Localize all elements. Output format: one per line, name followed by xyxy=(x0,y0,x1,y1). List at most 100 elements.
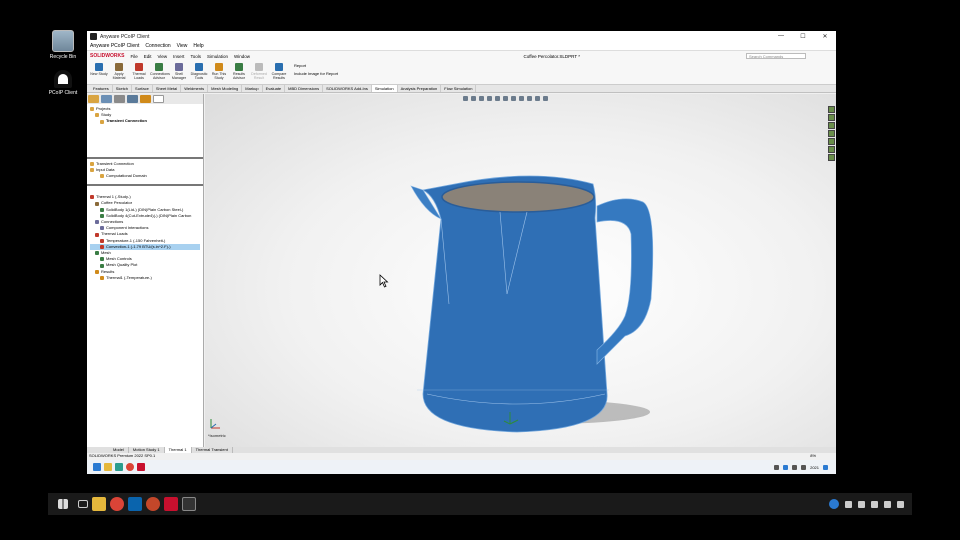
ribbon-button-run-this-study[interactable]: Run This Study xyxy=(210,63,228,80)
tab-simulation[interactable]: Simulation xyxy=(371,85,398,92)
sw-menu-tools[interactable]: Tools xyxy=(190,54,201,59)
tab-solidworks-add-ins[interactable]: SOLIDWORKS Add-Ins xyxy=(323,85,372,92)
ribbon-button-thermal-loads[interactable]: Thermal Loads xyxy=(130,63,148,80)
ribbon-button-shell-manager[interactable]: Shell Manager xyxy=(170,63,188,80)
ribbon-icon xyxy=(115,63,123,71)
tree-item-icon xyxy=(100,257,104,262)
ribbon-button-compare-results[interactable]: Compare Results xyxy=(270,63,288,80)
volume-icon[interactable] xyxy=(884,500,891,508)
display-manager-tab[interactable] xyxy=(140,95,151,103)
notifications-icon[interactable] xyxy=(823,464,828,470)
tree-item[interactable]: Thermal1 (-Temperature-) xyxy=(90,275,200,281)
pitcher-opening xyxy=(441,181,595,213)
tab-markup[interactable]: Markup xyxy=(242,85,263,92)
local-taskbar xyxy=(48,493,912,515)
ribbon-button-deformed-result[interactable]: Deformed Result xyxy=(250,63,268,80)
tree-item-icon xyxy=(100,119,104,124)
sw-menu-window[interactable]: Window xyxy=(234,54,250,59)
close-button[interactable]: ✕ xyxy=(814,33,836,40)
feature-tree-tab[interactable] xyxy=(88,95,99,103)
include-image-report-button[interactable]: Include Image for Report xyxy=(294,71,338,76)
ribbon-button-new-study[interactable]: New Study xyxy=(90,63,108,76)
menu-help[interactable]: Help xyxy=(193,43,203,49)
tab-surface[interactable]: Surface xyxy=(132,85,153,92)
sw-menu-insert[interactable]: Insert xyxy=(173,54,184,59)
ribbon-icon xyxy=(275,63,283,71)
search-commands-input[interactable]: Search Commands xyxy=(746,53,806,59)
start-icon[interactable] xyxy=(93,463,101,471)
property-manager-tab[interactable] xyxy=(101,95,112,103)
display-icon[interactable] xyxy=(871,500,878,508)
tab-evaluate[interactable]: Evaluate xyxy=(263,85,286,92)
remote-taskbar: 2021 xyxy=(87,460,836,474)
solidworks-logo[interactable]: SOLIDWORKS xyxy=(90,53,124,59)
minimize-button[interactable]: — xyxy=(770,33,792,40)
user-avatar-icon[interactable] xyxy=(829,499,839,509)
sw-menu-view[interactable]: View xyxy=(157,54,167,59)
document-title: Coffee Percolator.SLDPRT * xyxy=(523,53,580,59)
volume-icon[interactable] xyxy=(801,464,807,470)
tab-flow-simulation[interactable]: Flow Simulation xyxy=(441,85,477,92)
chevron-up-icon[interactable] xyxy=(774,464,780,470)
outlook-icon[interactable] xyxy=(128,497,142,511)
simulation-tab[interactable] xyxy=(153,95,164,103)
sw-menu-simulation[interactable]: Simulation xyxy=(207,54,228,59)
ribbon-icon xyxy=(235,63,243,71)
network-icon[interactable] xyxy=(858,500,865,508)
tab-mbd-dimensions[interactable]: MBD Dimensions xyxy=(285,85,324,92)
menu-view[interactable]: View xyxy=(177,43,188,49)
configuration-tab[interactable] xyxy=(114,95,125,103)
windows-start-icon[interactable] xyxy=(58,499,68,509)
menu-connection[interactable]: Connection xyxy=(145,43,170,49)
tree-item-label: Computational Domain xyxy=(106,173,147,179)
cloud-icon[interactable] xyxy=(783,464,789,470)
task-view-icon[interactable] xyxy=(78,500,88,508)
tree-item-label: Convection-1 (-1.79 BTU/(s.in^2.F)-) xyxy=(106,243,171,249)
notifications-icon[interactable] xyxy=(897,500,904,508)
tree-item-icon xyxy=(100,238,104,243)
remote-clock[interactable]: 2021 xyxy=(810,465,819,470)
file-explorer-icon[interactable] xyxy=(104,463,112,471)
chevron-up-icon[interactable] xyxy=(845,500,852,508)
projects-tree: Projects Study Transient Connection xyxy=(87,104,203,127)
sw-menu-file[interactable]: File xyxy=(130,54,137,59)
ribbon-button-results-advisor[interactable]: Results Advisor xyxy=(230,63,248,80)
tree-item[interactable]: Transient Connection xyxy=(90,118,200,124)
menu-pcoip-client[interactable]: Anyware PCoIP Client xyxy=(90,43,139,49)
recycle-bin[interactable]: Recycle Bin xyxy=(43,30,83,60)
file-explorer-icon[interactable] xyxy=(92,497,106,511)
tree-item[interactable]: Computational Domain xyxy=(90,173,200,179)
sw-menu-edit[interactable]: Edit xyxy=(144,54,152,59)
ribbon-button-apply-material[interactable]: Apply Material xyxy=(110,63,128,80)
chrome-icon[interactable] xyxy=(110,497,124,511)
dimxpert-tab[interactable] xyxy=(127,95,138,103)
ribbon-button-connections-advisor[interactable]: Connections Advisor xyxy=(150,63,170,80)
powerpoint-icon[interactable] xyxy=(146,497,160,511)
pcoip-client-icon[interactable] xyxy=(182,497,196,511)
ribbon-button-label: Run This Study xyxy=(211,72,227,80)
maximize-button[interactable]: ☐ xyxy=(792,33,814,40)
edge-icon[interactable] xyxy=(115,463,123,471)
report-button[interactable]: Report xyxy=(294,63,338,68)
pcoip-window: Anyware PCoIP Client — ☐ ✕ Anyware PCoIP… xyxy=(87,31,836,474)
solidworks-icon[interactable] xyxy=(164,497,178,511)
graphics-viewport[interactable]: *Isometric xyxy=(205,94,836,447)
pitcher-model[interactable] xyxy=(205,94,836,447)
mouse-cursor xyxy=(379,274,389,288)
tree-item-icon xyxy=(100,263,104,268)
zoom-level: 8% xyxy=(810,453,816,458)
chrome-icon[interactable] xyxy=(126,463,134,471)
solidworks-icon[interactable] xyxy=(137,463,145,471)
tab-features[interactable]: Features xyxy=(90,85,113,92)
tab-analysis-preparation[interactable]: Analysis Preparation xyxy=(398,85,442,92)
tab-sheet-metal[interactable]: Sheet Metal xyxy=(153,85,182,92)
network-icon[interactable] xyxy=(792,464,798,470)
tab-sketch[interactable]: Sketch xyxy=(113,85,133,92)
tab-mesh-modeling[interactable]: Mesh Modeling xyxy=(208,85,243,92)
status-bar: SOLIDWORKS Premium 2022 SP0.1 8% xyxy=(87,453,836,459)
ribbon-button-diagnostic-tools[interactable]: Diagnostic Tools xyxy=(190,63,208,80)
pcoip-client-shortcut[interactable]: PCoIP Client xyxy=(43,70,83,96)
tab-weldments[interactable]: Weldments xyxy=(181,85,209,92)
tree-item-icon xyxy=(90,161,94,166)
transient-connection-panel: Transient Connection Input Data Computatio… xyxy=(87,159,203,182)
